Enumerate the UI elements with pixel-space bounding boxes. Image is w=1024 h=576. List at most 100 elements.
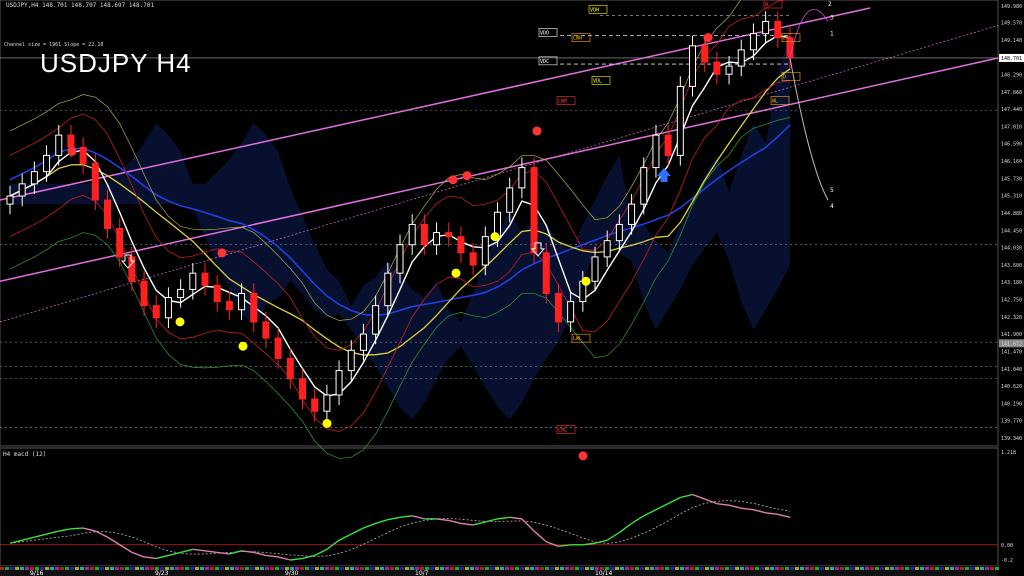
time-axis-cell [440, 567, 444, 570]
macd-segment [753, 509, 766, 514]
macd-segment [375, 518, 389, 525]
time-axis-cell [430, 567, 434, 570]
candle-body [347, 349, 355, 372]
candle-body [311, 398, 319, 412]
time-axis-cell [55, 567, 59, 570]
time-axis-cell [475, 567, 479, 570]
time-axis-cell [690, 567, 694, 570]
macd-segment [643, 509, 657, 517]
time-axis-cell [850, 567, 854, 570]
time-axis-cell [910, 567, 914, 570]
time-axis-cell [545, 567, 549, 570]
time-axis-cell [145, 567, 149, 570]
time-axis-cell [270, 567, 274, 570]
candle-body [689, 45, 696, 87]
macd-segment [22, 536, 35, 541]
macd-segment [472, 521, 486, 526]
time-axis-cell [330, 567, 334, 570]
time-axis-cell [980, 567, 984, 570]
fractal-marker [175, 317, 185, 327]
candle-body [445, 232, 453, 238]
time-axis-cell [895, 567, 899, 570]
y-tick-label: 147.440 [1001, 107, 1022, 113]
time-axis-cell [340, 567, 344, 570]
macd-signal-line [9, 500, 791, 557]
candle-body [701, 45, 709, 63]
candle-body [713, 61, 721, 75]
time-axis-cell [590, 567, 594, 570]
time-axis-cell [250, 567, 254, 570]
time-axis-cell [660, 567, 664, 570]
y-tick-label: 149.980 [1001, 4, 1022, 10]
level-tag-d1: D [783, 36, 786, 42]
level-tag-d2: D [783, 74, 786, 80]
time-axis-cell [720, 567, 724, 570]
time-axis-cell [585, 567, 589, 570]
time-axis-cell [195, 567, 199, 570]
time-axis-cell [385, 567, 389, 570]
time-axis-cell [580, 567, 584, 570]
y-tick-label: 149.140 [1001, 38, 1022, 44]
time-axis-cell [635, 567, 639, 570]
time-axis-cell [885, 567, 889, 570]
candle-body [749, 33, 757, 51]
candle-body [737, 49, 745, 67]
macd-segment [119, 544, 133, 553]
time-axis-cell [645, 567, 649, 570]
candle-body [481, 236, 489, 266]
time-axis-cell [655, 567, 659, 570]
macd-segment [46, 530, 59, 535]
candle-body [262, 321, 270, 339]
time-axis-cell [325, 567, 329, 570]
time-axis-cell [685, 567, 689, 570]
time-axis-cell [95, 567, 99, 570]
time-axis-cell [695, 567, 699, 570]
macd-segment [204, 550, 218, 554]
time-axis-cell [805, 567, 809, 570]
macd-segment [192, 548, 206, 552]
time-axis-cell [490, 567, 494, 570]
fractal-marker [217, 248, 227, 258]
time-axis-cell [615, 567, 619, 570]
candle-body [225, 301, 233, 311]
time-axis-cell [395, 567, 399, 570]
time-axis-cell [15, 567, 19, 570]
fractal-marker [578, 451, 588, 461]
time-axis-cell [20, 567, 24, 570]
ichimoku-cloud [10, 33, 790, 420]
time-axis-cell [780, 567, 784, 570]
time-axis-cell [620, 567, 624, 570]
y-tick-label: 147.860 [1001, 90, 1022, 96]
macd-segment [82, 527, 96, 532]
time-axis-cell [790, 567, 794, 570]
candle-body [238, 292, 246, 311]
time-axis-cell [360, 567, 364, 570]
candle-body [591, 256, 599, 282]
time-axis-cell [990, 567, 994, 570]
time-axis-cell [680, 567, 684, 570]
fractal-marker [451, 268, 461, 278]
macd-segment [533, 530, 547, 543]
time-axis-cell [950, 567, 954, 570]
macd-segment [70, 527, 84, 530]
macd-segment [460, 522, 474, 526]
y-tick-label: 145.310 [1001, 194, 1022, 200]
time-axis-cell [310, 567, 314, 570]
time-axis-cell [365, 567, 369, 570]
chart-title: USDJPY H4 [40, 48, 192, 78]
time-axis-cell [405, 567, 409, 570]
candle-body [213, 284, 221, 303]
time-axis-cell [875, 567, 879, 570]
projection-label: 5 [830, 187, 834, 194]
time-axis-cell [220, 567, 224, 570]
time-axis-cell [170, 567, 174, 570]
time-axis-cell [960, 567, 964, 570]
candle-body [359, 333, 367, 351]
macd-segment [277, 556, 291, 561]
macd-segment [716, 502, 730, 506]
time-axis-cell [120, 567, 124, 570]
candle-body [506, 187, 514, 213]
time-axis-cell [995, 567, 999, 570]
y-tick-label: 142.750 [1001, 298, 1022, 304]
time-axis-cell [495, 567, 499, 570]
